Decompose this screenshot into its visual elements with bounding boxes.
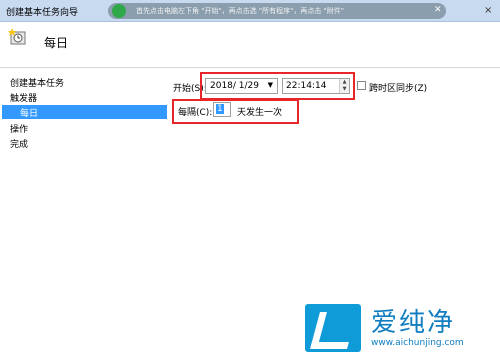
brand-logo-icon [305,304,361,352]
nav-item-daily-label: 每日 [20,109,39,119]
tip-overlay: 首先点击电脑左下角 "开始"，再点击选 "所有程序"，再点击 "附件" ✕ [108,3,446,19]
nav-item-action[interactable]: 操作 [10,122,28,135]
page-title: 每日 [44,36,69,50]
title-bar: 创建基本任务向导 首先点击电脑左下角 "开始"，再点击选 "所有程序"，再点击 … [0,0,500,22]
tip-close-icon[interactable]: ✕ [434,5,442,15]
nav-item-daily[interactable]: 每日 [2,105,167,119]
nav-item-finish[interactable]: 完成 [10,137,28,150]
highlight-box-start [200,72,355,100]
nav-item-create-task[interactable]: 创建基本任务 [10,76,64,89]
wizard-steps: 创建基本任务 触发器 每日 操作 完成 [0,68,170,348]
tip-icon [112,4,126,18]
sync-timezone-label: 跨时区同步(Z) [369,84,428,94]
tip-text: 首先点击电脑左下角 "开始"，再点击选 "所有程序"，再点击 "附件" [136,7,344,15]
task-scheduler-icon [8,28,26,45]
watermark: 爱纯净 www.aichunjing.com [305,300,500,359]
highlight-box-recur [172,99,299,124]
sync-timezone-checkbox[interactable] [357,81,366,90]
window-close-button[interactable]: × [484,5,492,16]
wizard-header: 每日 [0,22,500,68]
watermark-url: www.aichunjing.com [371,338,464,348]
watermark-brand: 爱纯净 [371,308,456,338]
window-title: 创建基本任务向导 [6,8,79,18]
nav-item-trigger[interactable]: 触发器 [10,91,37,104]
